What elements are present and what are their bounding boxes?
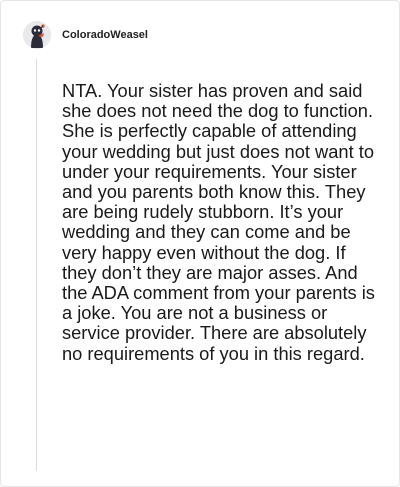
thread-collapse-line[interactable] (36, 59, 37, 471)
username[interactable]: ColoradoWeasel (62, 29, 148, 41)
comment-body: NTA. Your sister has proven and said she… (62, 80, 375, 364)
comment-header: ColoradoWeasel (23, 19, 148, 51)
avatar[interactable] (23, 21, 51, 49)
comment-card: ColoradoWeasel NTA. Your sister has prov… (0, 0, 400, 487)
snoo-avatar-icon (23, 21, 51, 49)
